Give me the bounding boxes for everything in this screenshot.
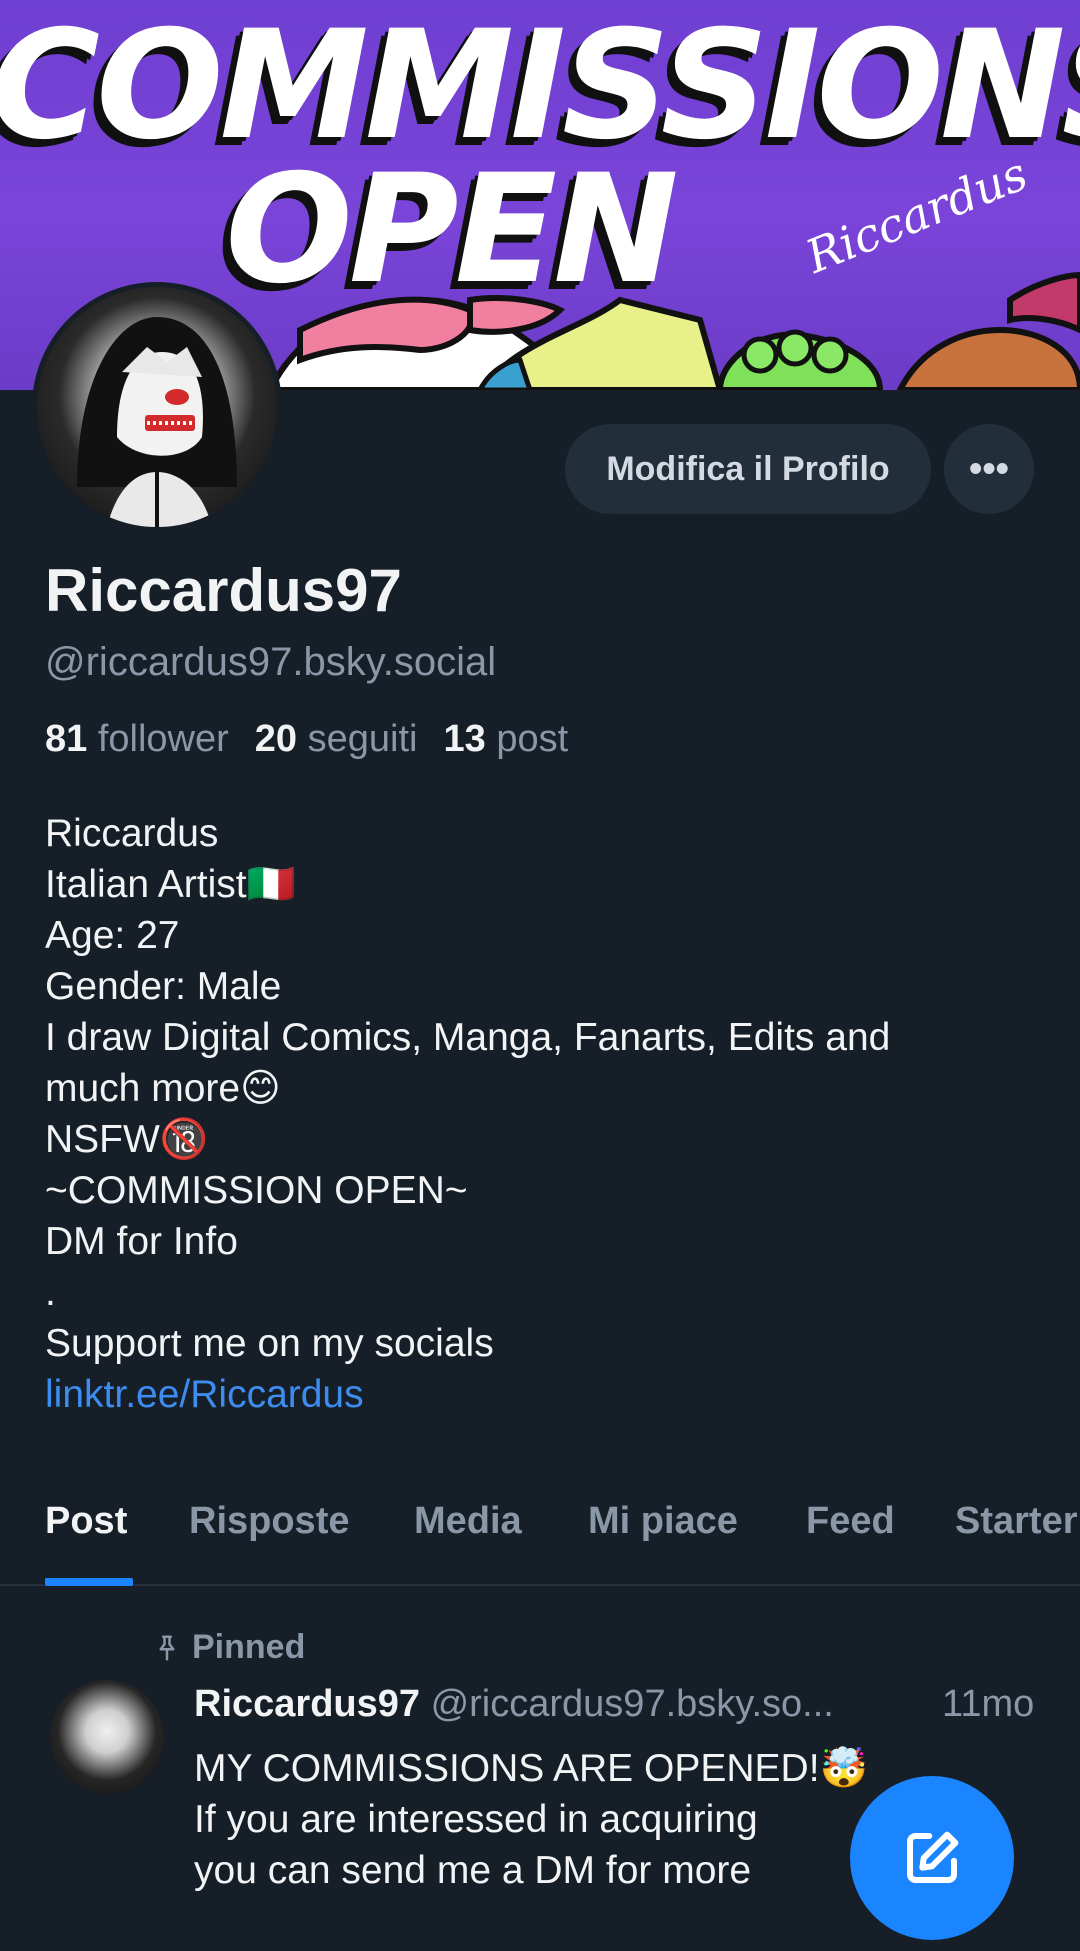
avatar-art [77, 317, 237, 527]
bio-line: Support me on my socials [45, 1322, 494, 1365]
following-count: 20 [254, 718, 298, 760]
posts-stat: 13 post [443, 718, 568, 760]
bio-line: Italian Artist🇮🇹 [45, 863, 296, 906]
more-horizontal-icon: ••• [969, 447, 1009, 490]
bio-line: NSFW🔞 [45, 1118, 209, 1161]
avatar-image [37, 287, 277, 527]
compose-button[interactable] [850, 1776, 1014, 1940]
bio-line: . [45, 1271, 56, 1314]
bio-line: Gender: Male [45, 965, 282, 1008]
bio-line: much more😊 [45, 1067, 281, 1110]
bio-line: DM for Info [45, 1220, 238, 1263]
following-link[interactable]: 20 seguiti [255, 718, 418, 760]
post-author-handle: @riccardus97.bsky.so... [430, 1683, 834, 1725]
active-tab-indicator [45, 1578, 133, 1586]
compose-icon [906, 1831, 959, 1884]
post-header[interactable]: Riccardus97 @riccardus97.bsky.so... [194, 1683, 834, 1726]
tab-risposte[interactable]: Risposte [189, 1500, 349, 1543]
posts-count: 13 [443, 718, 486, 760]
bio-line: Riccardus [45, 812, 219, 855]
post-line: you can send me a DM for more [194, 1849, 752, 1892]
banner-title-commissions: COMMISSIONS [0, 0, 1080, 173]
profile-handle: @riccardus97.bsky.social [45, 640, 497, 684]
bio-line: ~COMMISSION OPEN~ [45, 1169, 468, 1212]
more-options-button[interactable]: ••• [944, 424, 1034, 514]
display-name: Riccardus97 [45, 557, 402, 624]
bio-line: Age: 27 [45, 914, 180, 957]
tab-media[interactable]: Media [414, 1500, 522, 1543]
tab-feed[interactable]: Feed [806, 1500, 895, 1543]
following-label: seguiti [307, 718, 418, 760]
pinned-label: Pinned [192, 1628, 306, 1666]
profile-screen: COMMISSIONS OPEN Riccardus Modifica il P… [0, 0, 1080, 1951]
followers-count: 81 [45, 718, 88, 760]
posts-label: post [496, 718, 569, 760]
followers-label: follower [97, 718, 229, 760]
tab-mi-piace[interactable]: Mi piace [588, 1500, 738, 1543]
bio-line: I draw Digital Comics, Manga, Fanarts, E… [45, 1016, 891, 1059]
post-line: If you are interessed in acquiring [194, 1798, 758, 1841]
pinned-indicator: Pinned [152, 1628, 305, 1667]
post-text[interactable]: MY COMMISSIONS ARE OPENED!🤯 If you are i… [194, 1743, 868, 1896]
post-timestamp: 11mo [942, 1683, 1035, 1725]
profile-tabs: Post Risposte Media Mi piace Feed Starte… [0, 1480, 1080, 1586]
profile-avatar[interactable] [32, 282, 282, 532]
followers-link[interactable]: 81 follower [45, 718, 229, 760]
profile-stats: 81 follower 20 seguiti 13 post [45, 718, 568, 761]
post-author-name: Riccardus97 [194, 1683, 421, 1725]
profile-bio: Riccardus Italian Artist🇮🇹 Age: 27 Gende… [45, 808, 1045, 1420]
tab-starter[interactable]: Starter [955, 1500, 1078, 1543]
post-line: MY COMMISSIONS ARE OPENED!🤯 [194, 1747, 869, 1790]
pin-icon [159, 1635, 175, 1660]
edit-profile-button[interactable]: Modifica il Profilo [565, 424, 931, 514]
post-author-avatar[interactable] [50, 1680, 164, 1794]
tab-post[interactable]: Post [45, 1500, 127, 1543]
bio-link[interactable]: linktr.ee/Riccardus [45, 1369, 1045, 1420]
